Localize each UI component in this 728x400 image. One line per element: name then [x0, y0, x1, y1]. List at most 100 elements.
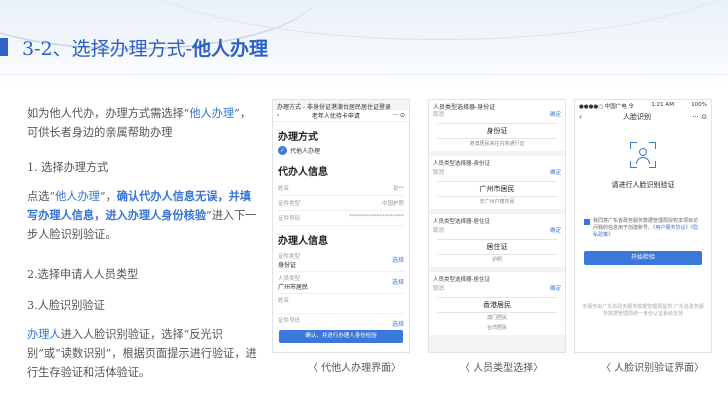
step3-detail: 办理人进入人脸识别验证，选择“反光识别”或“读数识别”，根据页面提示进行验证，进…: [27, 325, 259, 382]
screen-navbar: ‹ 老年人优待卡申请 ··· ⊙: [273, 110, 409, 122]
more-icon[interactable]: ··· ⊙: [692, 113, 707, 121]
picker-header: 人员类型选择器-居住证: [429, 272, 565, 284]
picker-group: 取消 确定 身份证 港澳居民来往内地通行证: [429, 110, 565, 151]
title-text: 3-2、选择办理方式-: [22, 38, 193, 60]
picker-option[interactable]: 护照: [429, 257, 565, 267]
page-title: 3-2、选择办理方式-他人办理: [22, 34, 268, 61]
row-value: ********************: [349, 214, 404, 220]
title-strong: 他人办理: [192, 38, 269, 60]
screenshot-person-type: 人员类型选择器-身份证 取消 确定 身份证 港澳居民来往内地通行证 人员类型选择器…: [428, 99, 566, 353]
field-label: 姓名: [278, 298, 290, 304]
picker-selected[interactable]: 身份证: [437, 123, 557, 139]
select-link[interactable]: 选择: [392, 255, 404, 264]
back-icon[interactable]: ‹: [579, 113, 582, 121]
nav-title: 老年人优待卡申请: [311, 113, 360, 120]
caption: 〈 人员类型选择〉: [460, 363, 544, 374]
cancel-button[interactable]: 取消: [433, 110, 444, 118]
picker-option[interactable]: 非广州户籍市民: [429, 199, 565, 209]
section-title: 办理方式: [278, 132, 318, 143]
step1-heading: 1. 选择办理方式: [27, 161, 109, 174]
agreement[interactable]: 我同意广东省政务服务数据管理局授权本项目访问我的信息用于创建账号。《用户服务协议…: [584, 218, 702, 239]
battery-text: 100%: [691, 102, 707, 108]
screen-topbar: 办理方式 - 非身份证港澳台居民居住证登录: [273, 100, 409, 110]
cancel-button[interactable]: 取消: [433, 226, 444, 234]
footer-text: 本服务由广东省政务服务数据管理局提供 广东省政务服务数据管理局统一身份认证系统支…: [582, 304, 704, 317]
face-scan-icon: [630, 142, 656, 168]
back-icon[interactable]: ‹: [277, 112, 279, 119]
field-value: 广州市居民: [278, 284, 309, 291]
agreement-text: 我同意广东省政务服务数据管理局授权本项目访问我的信息用于创建账号。《用户服务协议…: [593, 218, 699, 238]
picker-option[interactable]: 港澳居民来往内地通行证: [429, 141, 565, 151]
row-key: 证件号码: [278, 216, 301, 222]
field-value: 身份证: [278, 262, 297, 269]
screenshot-agent-form: 办理方式 - 非身份证港澳台居民居住证登录 ‹ 老年人优待卡申请 ··· ⊙ 办…: [272, 99, 410, 353]
cancel-button[interactable]: 取消: [433, 168, 444, 176]
slide: 3-2、选择办理方式-他人办理 如为他人代办，办理方式需选择“他人办理”，可供长…: [0, 0, 728, 400]
ok-button[interactable]: 确定: [550, 168, 561, 176]
time-text: 1:21 AM: [651, 102, 674, 108]
screen-navbar: ‹ 人脸识别 ··· ⊙: [575, 110, 711, 124]
info-row: 证件号码 ********************: [278, 211, 404, 226]
step3-heading: 3.人脸识别验证: [27, 299, 105, 312]
picker-actions: 取消 确定: [429, 110, 565, 120]
ok-button[interactable]: 确定: [550, 110, 561, 118]
step3-highlight: 办理人: [27, 328, 61, 341]
row-value: 张**: [392, 186, 404, 192]
field-label: 证件号码: [278, 318, 301, 324]
check-icon: ✓: [278, 146, 287, 155]
picker-option[interactable]: 台湾居民: [429, 325, 565, 335]
cancel-button[interactable]: 取消: [433, 284, 444, 292]
checkbox[interactable]: [584, 219, 590, 225]
picker-title: 人员类型选择器-居住证: [433, 219, 490, 225]
radio-option[interactable]: ✓ 代他人办理: [278, 146, 404, 155]
step2-heading: 2.选择申请人人员类型: [27, 268, 139, 281]
section-title: 办理人信息: [278, 236, 328, 247]
info-row: 证件类型 中国护照: [278, 196, 404, 211]
caption: 〈 代他人办理界面〉: [308, 363, 402, 374]
form-field[interactable]: 姓名: [278, 294, 404, 314]
step1-detail: 点选“他人办理”，确认代办人信息无误，并填写办理人信息，进入办理人身份核验”进入…: [27, 187, 259, 244]
ok-button[interactable]: 确定: [550, 284, 561, 292]
status-bar: ●●●●○ 中国广电 令 1:21 AM 100%: [575, 100, 711, 110]
picker-title: 人员类型选择器-居住证: [433, 277, 490, 283]
row-key: 姓名: [278, 186, 290, 192]
intro-paragraph: 如为他人代办，办理方式需选择“他人办理”，可供长者身边的亲属帮助办理: [27, 104, 259, 142]
caption: 〈 人脸识别验证界面〉: [601, 363, 705, 374]
step1-text: ”，: [99, 190, 117, 203]
picker-actions: 取消 确定: [429, 168, 565, 178]
picker-group: 人员类型选择器-居住证 取消 确定 居住证 护照: [429, 214, 565, 267]
picker-selected[interactable]: 广州市居民: [437, 181, 557, 197]
picker-selected[interactable]: 香港居民: [437, 297, 557, 313]
picker-actions: 取消 确定: [429, 226, 565, 236]
picker-selected[interactable]: 居住证: [437, 239, 557, 255]
screen-topbar: 人员类型选择器-身份证: [429, 100, 565, 111]
picker-title: 人员类型选择器-身份证: [433, 161, 490, 167]
start-verify-button[interactable]: 开始检验: [584, 251, 702, 265]
nav-title: 人脸识别: [623, 113, 652, 121]
picker-group: 人员类型选择器-身份证 取消 确定 广州市居民 非广州户籍市民: [429, 156, 565, 209]
form-field[interactable]: 证件类型 身份证 选择: [278, 250, 404, 272]
form-field[interactable]: 人员类型 广州市居民 选择: [278, 272, 404, 294]
carrier-text: ●●●●○ 中国广电 令: [579, 104, 634, 110]
divider: [0, 74, 728, 75]
info-row: 姓名 张**: [278, 181, 404, 196]
select-link[interactable]: 选择: [392, 277, 404, 286]
step1-highlight: 他人办理: [55, 190, 100, 203]
ok-button[interactable]: 确定: [550, 226, 561, 234]
screenshot-face-verify: ●●●●○ 中国广电 令 1:21 AM 100% ‹ 人脸识别 ··· ⊙ 请进行…: [574, 99, 712, 353]
picker-actions: 取消 确定: [429, 284, 565, 294]
intro-highlight: 他人办理: [189, 107, 235, 120]
row-key: 证件类型: [278, 201, 301, 207]
more-icon[interactable]: ··· ⊙: [392, 112, 405, 119]
section-title: 代办人信息: [278, 167, 328, 178]
select-link[interactable]: 选择: [392, 319, 404, 328]
confirm-button[interactable]: 确认，并进行办理人身份检验: [279, 330, 403, 343]
picker-option[interactable]: 澳门居民: [429, 315, 565, 325]
option-label: 代他人办理: [290, 148, 321, 155]
verify-prompt: 请进行人脸识别验证: [611, 181, 675, 189]
picker-header: 人员类型选择器-居住证: [429, 214, 565, 226]
picker-header: 人员类型选择器-身份证: [429, 156, 565, 168]
step1-text: 点选“: [27, 190, 56, 203]
step3-text: 进入人脸识别验证，选择“反光识别”或“读数识别”，根据页面提示进行验证，进行生存…: [27, 328, 257, 379]
accent-bar: [0, 38, 8, 56]
